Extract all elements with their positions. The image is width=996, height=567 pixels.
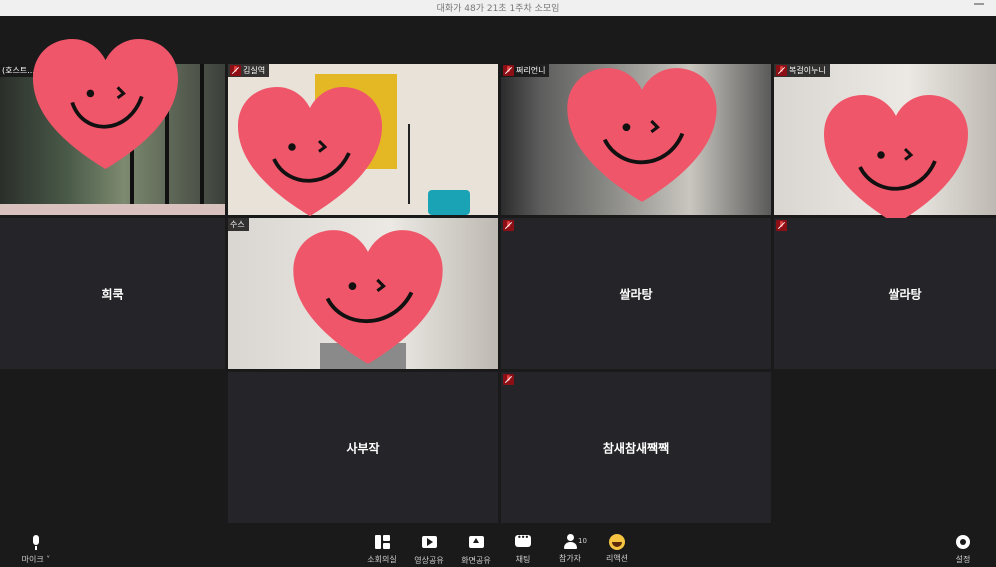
- chat-icon: [501, 533, 545, 552]
- participant-name: 희쿡: [101, 287, 124, 301]
- participant-tile-8[interactable]: 쌀라탕: [774, 218, 996, 369]
- participant-count: 10: [578, 537, 587, 545]
- sofa: [428, 190, 470, 215]
- breakout-rooms-label: 소회의실: [367, 555, 397, 564]
- mic-muted-icon: [503, 220, 514, 231]
- heart-face-sticker: [32, 39, 179, 169]
- heart-face-sticker: [567, 68, 717, 202]
- meeting-window: 대화가 48가 21초 1주차 소모임 (호스트... 김실역 쩌리언니 복걸이…: [0, 0, 996, 567]
- mic-muted-icon: [776, 220, 787, 231]
- participant-tile-5[interactable]: 희쿡: [0, 218, 225, 369]
- settings-button[interactable]: 설정: [941, 534, 985, 566]
- breakout-rooms-icon: [360, 535, 404, 552]
- participant-name: 참새참새짹짹: [602, 441, 670, 455]
- participants-label: 참가자: [558, 554, 582, 563]
- emoji-icon: [595, 534, 639, 551]
- window-title: 대화가 48가 21초 1주차 소모임: [436, 4, 560, 14]
- participant-name: 수스: [230, 220, 245, 229]
- breakout-rooms-button[interactable]: 소회의실: [360, 534, 404, 566]
- reaction-button[interactable]: 리액션: [595, 534, 639, 566]
- name-tag: 김실역: [228, 64, 270, 77]
- mic-button[interactable]: 마이크 ˅: [14, 534, 58, 566]
- name-tag: 수스: [228, 218, 249, 231]
- play-icon: [407, 536, 451, 553]
- screen-share-label: 화면공유: [461, 556, 491, 565]
- video-share-label: 영상공유: [414, 556, 444, 565]
- heart-face-sticker: [238, 87, 382, 216]
- reaction-label: 리액션: [605, 554, 629, 563]
- participants-button[interactable]: 10 참가자: [548, 534, 592, 566]
- participant-name: 사부작: [346, 441, 380, 455]
- gear-icon: [941, 535, 985, 552]
- name-tag: 복걸이누니: [774, 64, 830, 77]
- participant-tile-9[interactable]: 사부작: [228, 372, 498, 523]
- chat-label: 채팅: [515, 555, 531, 564]
- title-bar: 대화가 48가 21초 1주차 소모임: [0, 0, 996, 16]
- settings-label: 설정: [955, 555, 971, 564]
- participant-tile-7[interactable]: 쌀라탕: [501, 218, 771, 369]
- meeting-toolbar: 마이크 ˅ 소회의실 영상공유 화면공유 채팅: [0, 529, 996, 567]
- heart-face-sticker: [824, 95, 968, 224]
- participant-name: 쩌리언니: [516, 66, 546, 75]
- screen-share-button[interactable]: 화면공유: [454, 534, 498, 566]
- participant-tile-10[interactable]: 참새참새짹짹: [501, 372, 771, 523]
- heart-face-sticker: [293, 230, 443, 364]
- chat-button[interactable]: 채팅: [501, 533, 545, 566]
- mic-muted-icon: [503, 65, 514, 76]
- microphone-icon: [14, 535, 58, 552]
- mic-label: 마이크: [21, 555, 44, 564]
- participant-body: [0, 204, 225, 215]
- participant-name: 쌀라탕: [619, 287, 653, 301]
- participant-name: 김실역: [243, 66, 266, 75]
- participant-name: 복걸이누니: [789, 66, 826, 75]
- mic-muted-icon: [776, 65, 787, 76]
- mic-muted-icon: [503, 374, 514, 385]
- menu-icon[interactable]: [974, 3, 984, 9]
- floor-lamp: [408, 124, 410, 204]
- name-tag: 쩌리언니: [501, 64, 550, 77]
- video-share-button[interactable]: 영상공유: [407, 534, 451, 566]
- mic-muted-icon: [230, 65, 241, 76]
- participant-name: 쌀라탕: [888, 287, 922, 301]
- share-screen-icon: [454, 536, 498, 553]
